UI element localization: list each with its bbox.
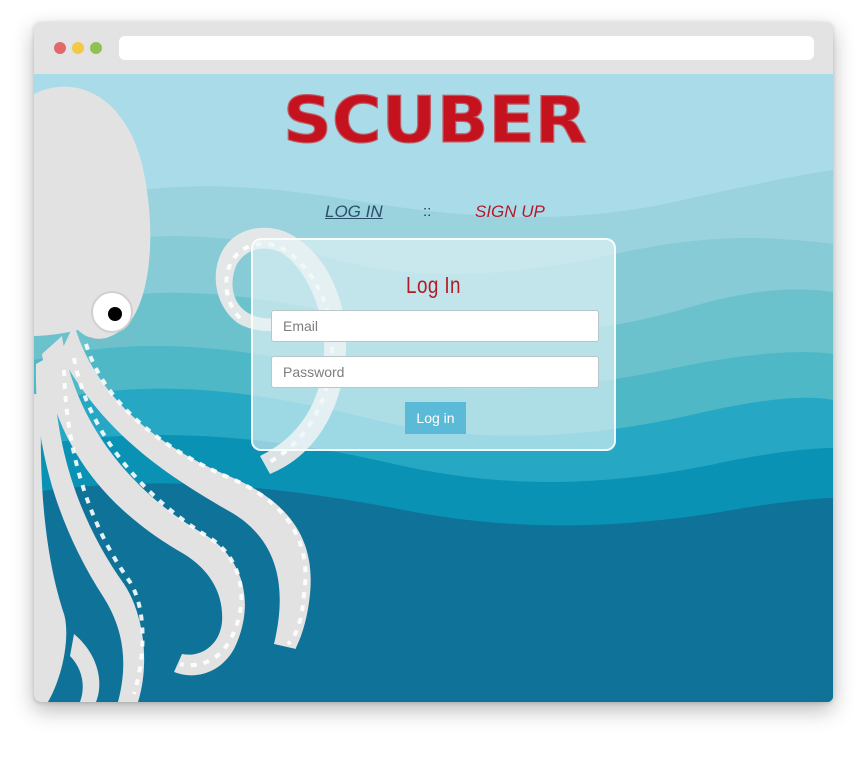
auth-tabs: LOG IN :: SIGN UP xyxy=(34,202,833,226)
login-form: Log In Log in xyxy=(251,238,616,451)
close-window-dot[interactable] xyxy=(54,42,66,54)
brand-logotype-inline: SCUBER xyxy=(283,86,587,156)
tab-sign-up[interactable]: SIGN UP xyxy=(475,202,545,222)
address-bar[interactable] xyxy=(119,36,814,60)
tab-separator: :: xyxy=(423,203,432,220)
browser-titlebar xyxy=(34,22,833,74)
login-form-title: Log In xyxy=(406,272,461,298)
email-field[interactable] xyxy=(271,310,599,342)
maximize-window-dot[interactable] xyxy=(90,42,102,54)
scuber-logo: SCUBER SCUBER xyxy=(282,86,587,156)
browser-window: SCUBER SCUBER LOG IN :: SIGN UP Log In L… xyxy=(34,22,833,702)
tab-log-in[interactable]: LOG IN xyxy=(325,202,383,222)
password-field[interactable] xyxy=(271,356,599,388)
page-viewport: SCUBER SCUBER LOG IN :: SIGN UP Log In L… xyxy=(34,74,833,702)
log-in-button[interactable]: Log in xyxy=(405,402,466,434)
minimize-window-dot[interactable] xyxy=(72,42,84,54)
